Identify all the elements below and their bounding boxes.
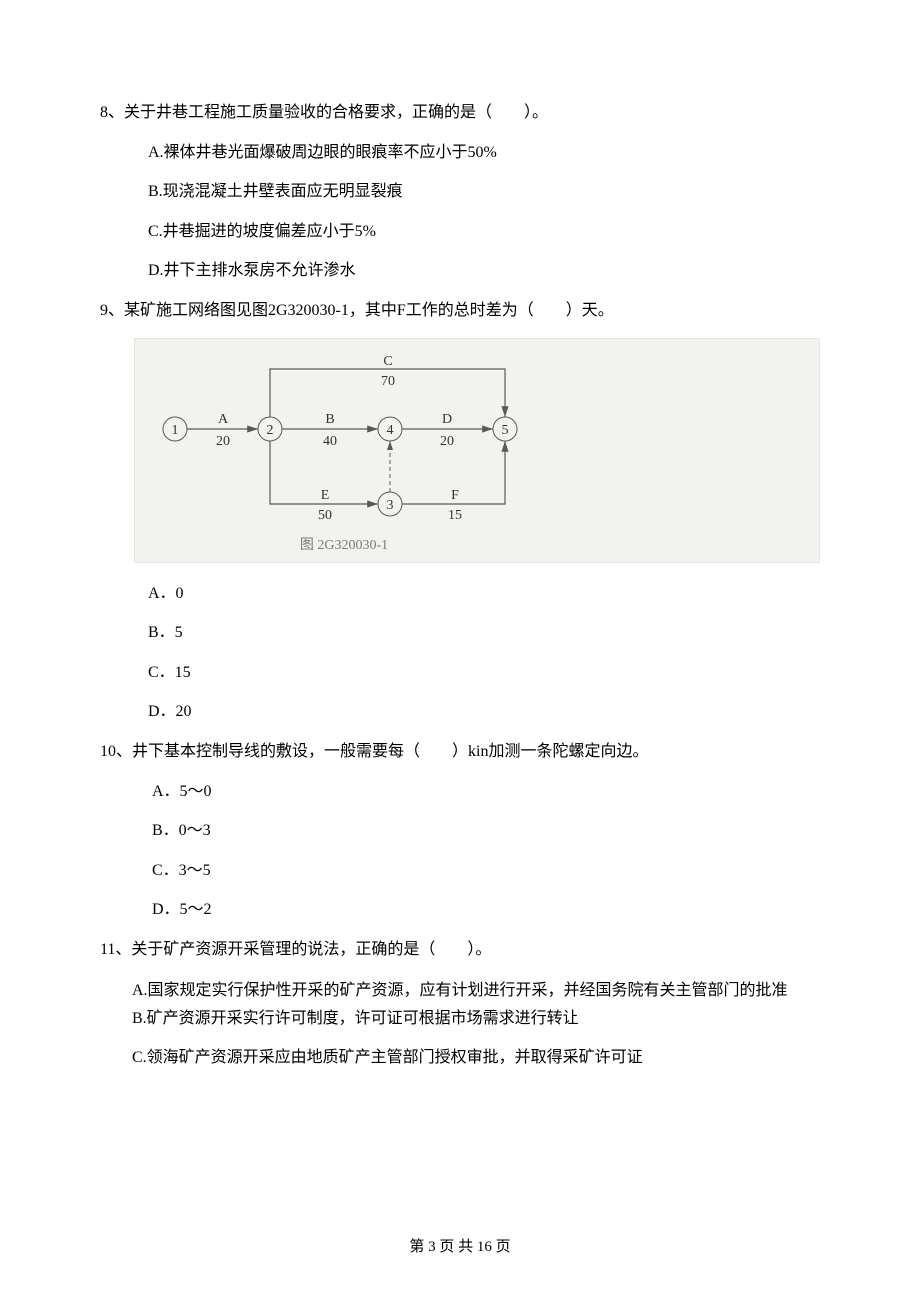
svg-text:2: 2 xyxy=(267,423,274,438)
question-9-option-d: D．20 xyxy=(100,699,820,725)
edge-e-label: E xyxy=(321,488,330,503)
question-11-option-b: B.矿产资源开采实行许可制度，许可证可根据市场需求进行转让 xyxy=(100,1005,820,1034)
node-2: 2 xyxy=(258,417,282,441)
question-9-option-b: B．5 xyxy=(100,620,820,646)
question-11-option-a: A.国家规定实行保护性开采的矿产资源，应有计划进行开采，并经国务院有关主管部门的… xyxy=(132,982,788,999)
svg-text:1: 1 xyxy=(172,423,179,438)
question-8-option-d: D.井下主排水泵房不允许渗水 xyxy=(148,258,820,284)
edge-e-dur: 50 xyxy=(318,508,332,523)
question-9-stem: 9、某矿施工网络图见图2G320030-1，其中F工作的总时差为（ ）天。 xyxy=(100,298,820,324)
question-9-option-c: C．15 xyxy=(100,660,820,686)
question-10-option-b: B．0～3 xyxy=(100,818,820,844)
node-4: 4 xyxy=(378,417,402,441)
question-11-stem: 11、关于矿产资源开采管理的说法，正确的是（ ）。 xyxy=(100,937,820,963)
question-8-option-a: A.裸体井巷光面爆破周边眼的眼痕率不应小于50% xyxy=(148,140,820,166)
edge-b-label: B xyxy=(325,412,334,427)
question-8-stem: 8、关于井巷工程施工质量验收的合格要求，正确的是（ ）。 xyxy=(100,100,820,126)
edge-f-label: F xyxy=(451,488,459,503)
node-3: 3 xyxy=(378,492,402,516)
edge-b-dur: 40 xyxy=(323,434,337,449)
question-8-option-b: B.现浇混凝土井壁表面应无明显裂痕 xyxy=(148,179,820,205)
question-10-option-d: D．5～2 xyxy=(100,897,820,923)
network-diagram: 1 2 4 5 3 A xyxy=(134,338,820,563)
svg-text:5: 5 xyxy=(502,423,509,438)
edge-d-dur: 20 xyxy=(440,434,454,449)
svg-text:3: 3 xyxy=(387,498,394,513)
edge-a-label: A xyxy=(218,412,229,427)
question-10-option-c: C．3～5 xyxy=(100,858,820,884)
question-9-option-a: A．0 xyxy=(100,581,820,607)
edge-d-label: D xyxy=(442,412,452,427)
page-footer: 第 3 页 共 16 页 xyxy=(0,1235,920,1256)
question-8-option-c: C.井巷掘进的坡度偏差应小于5% xyxy=(148,219,820,245)
node-1: 1 xyxy=(163,417,187,441)
question-10-option-a: A．5～0 xyxy=(100,779,820,805)
edge-c-dur: 70 xyxy=(381,374,395,389)
question-10-stem: 10、井下基本控制导线的敷设，一般需要每（ ）kin加测一条陀螺定向边。 xyxy=(100,739,820,765)
edge-f-dur: 15 xyxy=(448,508,462,523)
svg-text:4: 4 xyxy=(387,423,394,438)
node-5: 5 xyxy=(493,417,517,441)
diagram-caption: 图 2G320030-1 xyxy=(300,538,388,553)
edge-a-dur: 20 xyxy=(216,434,230,449)
question-11-option-c: C.领海矿产资源开采应由地质矿产主管部门授权审批，并取得采矿许可证 xyxy=(100,1044,820,1073)
edge-c-label: C xyxy=(383,354,392,369)
